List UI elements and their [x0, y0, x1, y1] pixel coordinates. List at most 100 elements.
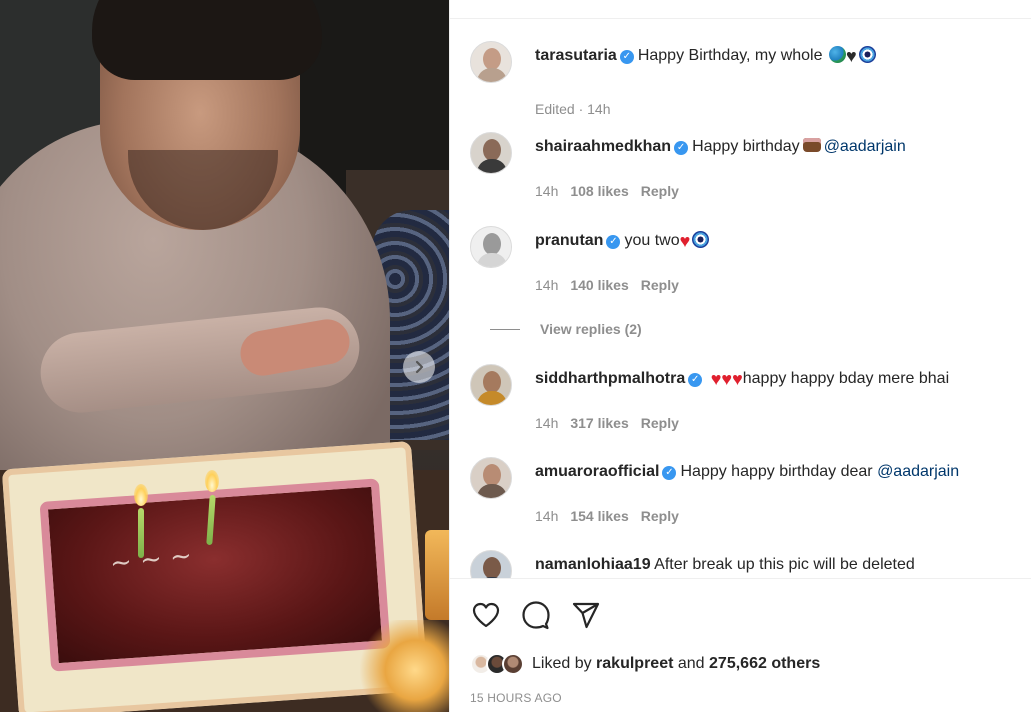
comment-username[interactable]: pranutan — [535, 232, 603, 249]
comment-time: 14h — [535, 183, 559, 199]
comment-meta: 14h 108 likes Reply — [535, 183, 679, 199]
reply-button[interactable]: Reply — [641, 508, 679, 524]
comment-text: tarasutaria ✓ Happy Birthday, my whole ♥ — [535, 45, 876, 67]
avatar-face — [483, 139, 501, 161]
comment-meta: Edited · 14h — [535, 101, 611, 117]
comment-text: siddharthpmalhotra ✓ ♥♥♥happy happy bday … — [535, 368, 949, 390]
comment-username[interactable]: siddharthpmalhotra — [535, 370, 685, 387]
divider — [450, 18, 1031, 19]
heart-outline-icon — [472, 602, 500, 628]
comment-username[interactable]: amuaroraofficial — [535, 463, 659, 480]
avatar-body — [477, 159, 507, 173]
photo-candle-flame — [134, 484, 148, 506]
comment-text: shairaahmedkhan ✓ Happy birthday @aadarjain — [535, 136, 906, 158]
avatar-face — [483, 233, 501, 255]
avatar[interactable] — [470, 364, 512, 406]
avatar-body — [477, 253, 507, 267]
birthday-cake-emoji — [802, 138, 821, 152]
comment-body: Happy happy birthday dear — [680, 463, 873, 480]
comment-meta: 14h 154 likes Reply — [535, 508, 679, 524]
photo-cake-top — [39, 478, 391, 672]
comment-time: 14h — [535, 277, 559, 293]
comment-item: amuaroraofficial ✓ Happy happy birthday de… — [470, 457, 1030, 537]
post-photo: ~ ~ ~ — [0, 0, 449, 712]
avatar[interactable] — [470, 457, 512, 499]
verified-badge-icon: ✓ — [688, 373, 703, 387]
share-button[interactable] — [570, 599, 602, 631]
red-heart-emoji: ♥ — [679, 231, 691, 251]
post-side-panel: tarasutaria ✓ Happy Birthday, my whole ♥ E… — [449, 0, 1031, 712]
comment-text: pranutan ✓ you two♥ — [535, 230, 710, 252]
comment-likes[interactable]: 140 likes — [570, 277, 628, 293]
avatar-body — [477, 484, 507, 498]
likes-user-link[interactable]: rakulpreet — [596, 655, 673, 672]
comment-bubble-icon — [522, 601, 550, 630]
comment-time: 14h — [535, 508, 559, 524]
likes-and: and — [677, 655, 705, 672]
comment-likes[interactable]: 154 likes — [570, 508, 628, 524]
avatar-face — [483, 557, 501, 578]
avatar[interactable] — [502, 653, 524, 675]
comment-item: tarasutaria ✓ Happy Birthday, my whole ♥ E… — [470, 41, 1030, 121]
mention-link[interactable]: @aadarjain — [877, 463, 959, 480]
reply-button[interactable]: Reply — [641, 183, 679, 199]
paper-plane-icon — [572, 602, 600, 629]
post-timestamp[interactable]: 15 HOURS AGO — [470, 691, 562, 705]
avatar[interactable] — [470, 550, 512, 578]
like-button[interactable] — [470, 599, 502, 631]
likes-prefix: Liked by — [532, 655, 592, 672]
photo-candle — [138, 508, 144, 558]
comment-meta: 14h 317 likes Reply — [535, 415, 679, 431]
photo-person-hair — [92, 0, 322, 80]
avatar[interactable] — [470, 41, 512, 83]
comments-list[interactable]: tarasutaria ✓ Happy Birthday, my whole ♥ E… — [450, 20, 1031, 578]
avatar[interactable] — [470, 132, 512, 174]
avatar-face — [483, 48, 501, 70]
comment-item: shairaahmedkhan ✓ Happy birthday @aadarjain… — [470, 132, 1030, 212]
verified-badge-icon: ✓ — [662, 466, 677, 480]
comment-body: Happy Birthday, my whole — [637, 47, 823, 64]
verified-badge-icon: ✓ — [606, 235, 621, 249]
comment-item: siddharthpmalhotra ✓ ♥♥♥happy happy bday … — [470, 364, 1030, 444]
comment-button[interactable] — [520, 599, 552, 631]
reply-button[interactable]: Reply — [641, 415, 679, 431]
post-actions: Liked by rakulpreet and 275,662 others 1… — [450, 578, 1031, 712]
comment-text: amuaroraofficial ✓ Happy happy birthday de… — [535, 461, 959, 483]
photo-candle-holder — [425, 530, 449, 620]
next-photo-button[interactable] — [403, 351, 435, 383]
comment-username[interactable]: shairaahmedkhan — [535, 138, 671, 155]
comment-text: namanlohiaa19 After break up this pic wi… — [535, 554, 915, 576]
avatar[interactable] — [470, 226, 512, 268]
photo-candle-flame — [205, 470, 219, 492]
comment-username[interactable]: namanlohiaa19 — [535, 556, 651, 573]
comment-body: you two — [624, 232, 680, 249]
black-heart-emoji: ♥ — [845, 46, 857, 66]
photo-candle-glow — [360, 620, 449, 712]
avatar-face — [483, 371, 501, 393]
mention-link[interactable]: @aadarjain — [824, 138, 906, 155]
verified-badge-icon: ✓ — [619, 50, 634, 64]
reply-button[interactable]: Reply — [641, 277, 679, 293]
chevron-right-icon — [415, 360, 424, 374]
nazar-amulet-emoji — [692, 231, 710, 248]
red-heart-emoji: ♥ — [732, 369, 743, 389]
comment-item: namanlohiaa19 After break up this pic wi… — [470, 550, 1030, 578]
avatar-face — [483, 464, 501, 486]
comment-body: Happy birthday — [692, 138, 800, 155]
view-replies-button[interactable]: View replies (2) — [490, 321, 642, 337]
comment-time: 14h — [535, 415, 559, 431]
comment-body: happy happy bday mere bhai — [742, 370, 950, 387]
likes-summary: Liked by rakulpreet and 275,662 others — [470, 651, 820, 677]
comment-username[interactable]: tarasutaria — [535, 47, 617, 64]
comment-meta: 14h 140 likes Reply — [535, 277, 679, 293]
red-heart-emoji: ♥ — [710, 369, 722, 389]
comment-body: After break up this pic will be deleted — [654, 556, 915, 573]
nazar-amulet-emoji — [858, 46, 876, 63]
red-heart-emoji: ♥ — [721, 369, 733, 389]
likes-others-link[interactable]: 275,662 others — [709, 655, 820, 672]
view-replies-label: View replies (2) — [540, 321, 642, 337]
likes-text: Liked by rakulpreet and 275,662 others — [532, 655, 820, 673]
comment-likes[interactable]: 317 likes — [570, 415, 628, 431]
comment-item: pranutan ✓ you two♥ 14h 140 likes Reply View… — [470, 226, 1030, 346]
comment-likes[interactable]: 108 likes — [570, 183, 628, 199]
